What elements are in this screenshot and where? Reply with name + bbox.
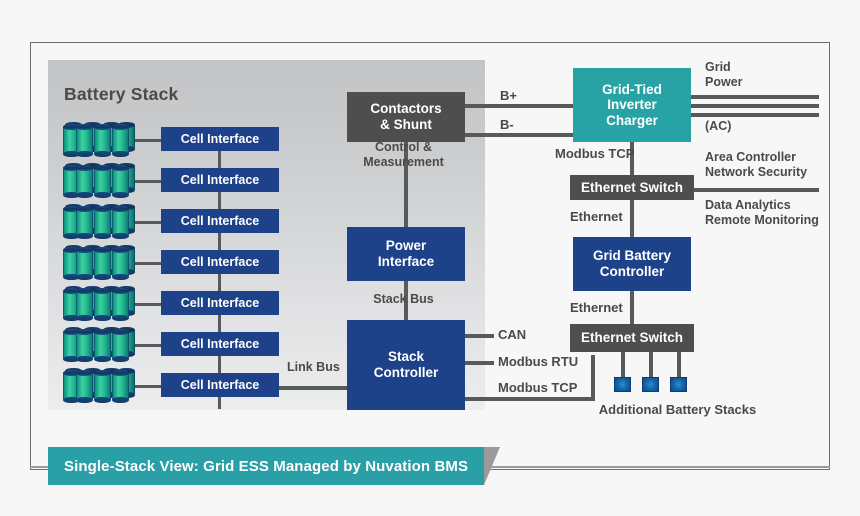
can-line (465, 334, 494, 338)
grid-power-line (691, 95, 819, 99)
battery-cluster (63, 368, 135, 403)
battery-to-cell-link (135, 262, 161, 265)
battery-cluster (63, 327, 135, 362)
can-label: CAN (498, 327, 527, 342)
modbus-rtu-line (465, 361, 494, 365)
b-minus-line (465, 133, 575, 137)
grid-tied-inverter-charger-box[interactable]: Grid-Tied Inverter Charger (573, 68, 691, 142)
battery-to-cell-link (135, 344, 161, 347)
grid-power-ac-label: (AC) (705, 119, 732, 133)
additional-stack-drop (677, 352, 681, 377)
ethernet-switch-lower-box[interactable]: Ethernet Switch (570, 324, 694, 352)
link-bus-label: Link Bus (287, 360, 340, 374)
grid-power-line (691, 104, 819, 108)
battery-cluster (63, 122, 135, 157)
area-controller-line (694, 188, 819, 192)
b-plus-label: B+ (500, 88, 517, 103)
grid-power-line (691, 113, 819, 117)
additional-stack-node[interactable] (670, 377, 687, 392)
battery-to-cell-link (135, 385, 161, 388)
additional-stack-node[interactable] (614, 377, 631, 392)
data-analytics-label: Data Analytics Remote Monitoring (705, 198, 819, 228)
area-controller-label: Area Controller Network Security (705, 150, 808, 180)
ethernet-lower-line (630, 291, 634, 324)
cell-interface-box[interactable]: Cell Interface (161, 373, 279, 397)
cell-interface-box[interactable]: Cell Interface (161, 332, 279, 356)
diagram-canvas: Battery Stack Cell Interface Cell Interf… (0, 0, 860, 516)
additional-battery-stacks-label: Additional Battery Stacks (598, 402, 757, 417)
additional-stack-drop (649, 352, 653, 377)
caption-tail-decoration (484, 447, 500, 485)
control-measurement-label: Control & Measurement (363, 140, 444, 170)
cell-interface-box[interactable]: Cell Interface (161, 168, 279, 192)
battery-cluster (63, 163, 135, 198)
battery-cluster (63, 245, 135, 280)
battery-to-cell-link (135, 221, 161, 224)
battery-cluster (63, 286, 135, 321)
grid-power-label: Grid Power (705, 60, 743, 90)
ethernet-switch-upper-box[interactable]: Ethernet Switch (570, 175, 694, 200)
additional-stack-node[interactable] (642, 377, 659, 392)
cell-interface-box[interactable]: Cell Interface (161, 291, 279, 315)
modbus-tcp-inverter-label: Modbus TCP (555, 146, 635, 161)
power-interface-box[interactable]: Power Interface (347, 227, 465, 281)
additional-stack-drop (621, 352, 625, 377)
ethernet-lower-label: Ethernet (570, 300, 623, 315)
modbus-tcp-stack-label: Modbus TCP (498, 380, 578, 395)
modbus-tcp-riser (591, 355, 595, 399)
cell-interface-box[interactable]: Cell Interface (161, 127, 279, 151)
modbus-rtu-label: Modbus RTU (498, 354, 579, 369)
battery-stack-title: Battery Stack (64, 84, 179, 104)
b-plus-line (465, 104, 575, 108)
battery-to-cell-link (135, 303, 161, 306)
battery-cluster (63, 204, 135, 239)
cell-interface-box[interactable]: Cell Interface (161, 209, 279, 233)
ethernet-upper-label: Ethernet (570, 209, 623, 224)
grid-battery-controller-box[interactable]: Grid Battery Controller (573, 237, 691, 291)
diagram-caption: Single-Stack View: Grid ESS Managed by N… (48, 447, 485, 485)
cell-interface-box[interactable]: Cell Interface (161, 250, 279, 274)
modbus-tcp-line (465, 397, 595, 401)
battery-to-cell-link (135, 139, 161, 142)
link-bus-line (279, 386, 348, 390)
contactors-shunt-box[interactable]: Contactors & Shunt (347, 92, 465, 142)
b-minus-label: B- (500, 117, 514, 132)
stack-controller-box[interactable]: Stack Controller (347, 320, 465, 410)
stack-bus-label: Stack Bus (373, 292, 434, 306)
battery-to-cell-link (135, 180, 161, 183)
ethernet-upper-line (630, 200, 634, 237)
